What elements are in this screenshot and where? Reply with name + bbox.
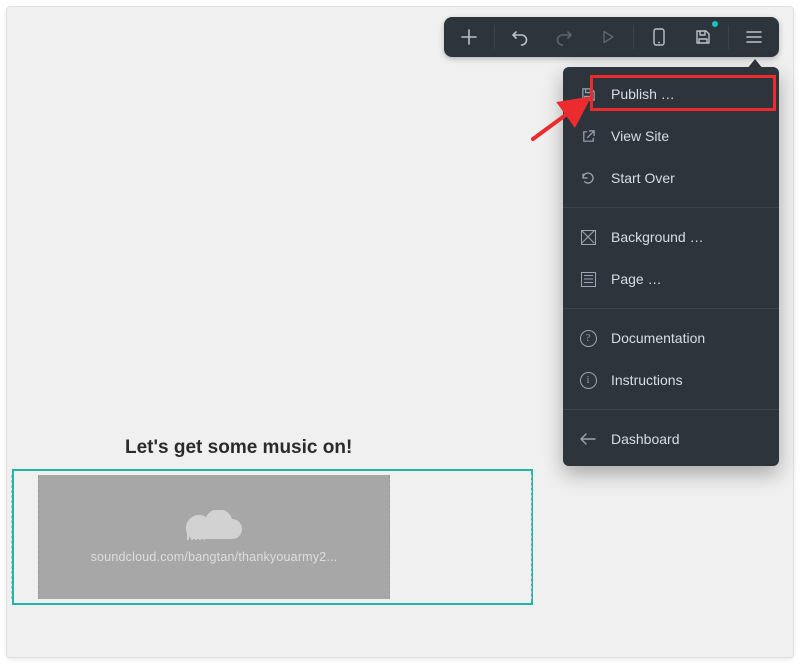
menu-item-label: Documentation	[611, 330, 705, 346]
floppy-icon	[579, 87, 597, 102]
menu-separator	[563, 207, 779, 208]
external-link-icon	[579, 129, 597, 144]
menu-item-page[interactable]: Page …	[563, 258, 779, 300]
menu-separator	[563, 409, 779, 410]
redo-button[interactable]	[543, 19, 585, 55]
phone-icon	[653, 28, 665, 46]
menu-item-label: View Site	[611, 128, 669, 144]
editor-canvas: Publish … View Site Start Over Backgroun…	[6, 6, 794, 658]
section-heading[interactable]: Let's get some music on!	[125, 437, 352, 459]
top-toolbar	[444, 17, 779, 57]
unsaved-indicator-icon	[712, 21, 718, 27]
toolbar-separator	[728, 25, 729, 49]
menu-item-label: Instructions	[611, 372, 683, 388]
selected-block-outline[interactable]: soundcloud.com/bangtan/thankyouarmy2...	[12, 469, 533, 605]
menu-item-background[interactable]: Background …	[563, 216, 779, 258]
help-icon: ?	[579, 330, 597, 347]
menu-item-instructions[interactable]: i Instructions	[563, 359, 779, 401]
plus-icon	[461, 29, 477, 45]
soundcloud-embed-placeholder[interactable]: soundcloud.com/bangtan/thankyouarmy2...	[38, 475, 390, 599]
menu-item-label: Publish …	[611, 86, 675, 102]
hamburger-icon	[746, 30, 762, 44]
menu-item-label: Start Over	[611, 170, 675, 186]
soundcloud-cloud-icon	[184, 510, 244, 540]
menu-item-label: Dashboard	[611, 431, 680, 447]
toolbar-separator	[494, 25, 495, 49]
soundcloud-url-text: soundcloud.com/bangtan/thankyouarmy2...	[91, 550, 338, 564]
info-icon: i	[579, 372, 597, 389]
background-icon	[579, 230, 597, 245]
play-icon	[601, 30, 615, 44]
undo-button[interactable]	[499, 19, 541, 55]
menu-item-start-over[interactable]: Start Over	[563, 157, 779, 199]
menu-item-publish[interactable]: Publish …	[563, 73, 779, 115]
toolbar-separator	[633, 25, 634, 49]
add-button[interactable]	[448, 19, 490, 55]
main-menu-dropdown: Publish … View Site Start Over Backgroun…	[563, 67, 779, 466]
floppy-icon	[695, 29, 711, 45]
menu-item-dashboard[interactable]: Dashboard	[563, 418, 779, 460]
device-preview-button[interactable]	[638, 19, 680, 55]
play-button[interactable]	[587, 19, 629, 55]
hamburger-menu-button[interactable]	[733, 19, 775, 55]
undo-icon	[511, 28, 529, 46]
refresh-icon	[579, 170, 597, 186]
menu-item-label: Page …	[611, 271, 662, 287]
menu-item-label: Background …	[611, 229, 704, 245]
page-icon	[579, 272, 597, 287]
menu-item-view-site[interactable]: View Site	[563, 115, 779, 157]
back-arrow-icon	[579, 433, 597, 445]
save-button[interactable]	[682, 19, 724, 55]
redo-icon	[555, 28, 573, 46]
menu-separator	[563, 308, 779, 309]
menu-item-documentation[interactable]: ? Documentation	[563, 317, 779, 359]
